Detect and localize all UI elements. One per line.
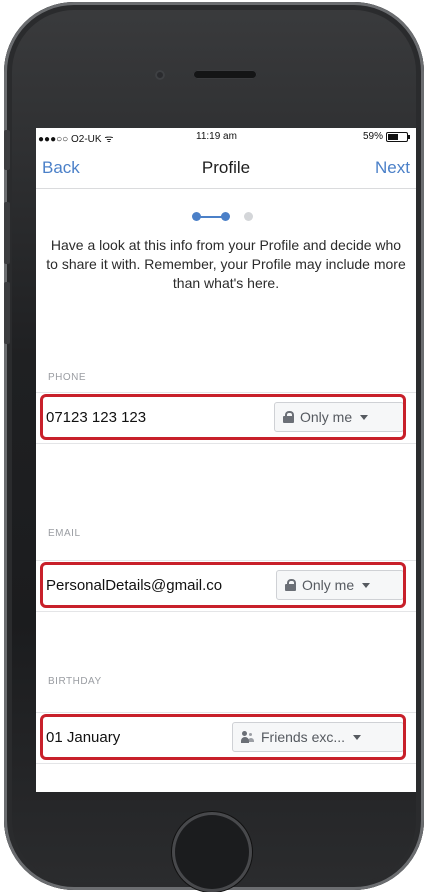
- step-indicator: [192, 210, 262, 222]
- email-highlight-box: [40, 562, 406, 608]
- volume-up-button: [4, 202, 10, 264]
- mute-switch: [4, 130, 10, 170]
- battery-percent: 59%: [362, 131, 383, 142]
- carrier-label: ●●●○○ O2-UK ᯤ: [38, 134, 114, 145]
- step-dot-3: [244, 212, 253, 221]
- screen: ●●●○○ O2-UK ᯤ 11:19 am 59% Profile Back …: [36, 128, 416, 792]
- page-title: Profile: [201, 158, 251, 177]
- intro-text: Have a look at this info from your Profi…: [46, 237, 406, 291]
- phone-highlight-box: [40, 394, 406, 440]
- step-dot-2: [221, 212, 230, 221]
- birthday-section-label: BIRTHDAY: [48, 676, 102, 687]
- earpiece-speaker: [193, 70, 257, 79]
- status-time: 11:19 am: [196, 131, 237, 142]
- email-section-label: EMAIL: [48, 528, 81, 539]
- birthday-highlight-box: [40, 714, 406, 760]
- battery-status: 59%: [362, 131, 410, 142]
- front-camera: [155, 70, 165, 80]
- step-connector-1: [200, 216, 222, 218]
- volume-down-button: [4, 282, 10, 344]
- phone-section-label: PHONE: [48, 372, 87, 383]
- back-button[interactable]: Back: [42, 158, 80, 178]
- next-button[interactable]: Next: [375, 158, 410, 178]
- nav-bar: Profile Back Next: [36, 146, 416, 189]
- status-bar: ●●●○○ O2-UK ᯤ 11:19 am 59%: [36, 128, 416, 145]
- battery-icon: [386, 131, 410, 142]
